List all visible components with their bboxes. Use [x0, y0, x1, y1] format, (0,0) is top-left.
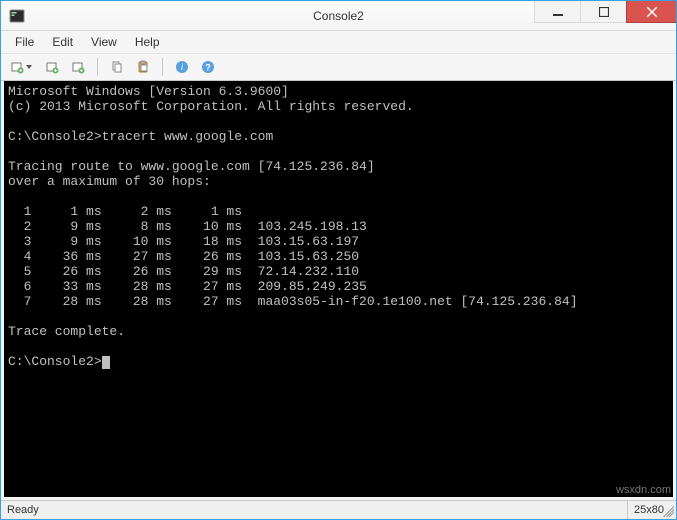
toolbar: i ? [1, 53, 676, 81]
menu-edit[interactable]: Edit [44, 33, 81, 51]
svg-text:?: ? [205, 63, 211, 73]
settings-tab-button[interactable] [67, 56, 89, 78]
menu-view[interactable]: View [83, 33, 125, 51]
help-button[interactable]: ? [197, 56, 219, 78]
menu-bar: File Edit View Help [1, 31, 676, 53]
status-bar: Ready 25x80 [1, 500, 676, 519]
title-bar: Console2 [1, 1, 676, 31]
menu-help[interactable]: Help [127, 33, 168, 51]
paste-button[interactable] [132, 56, 154, 78]
info-button[interactable]: i [171, 56, 193, 78]
chevron-down-icon [26, 65, 32, 69]
toolbar-separator [97, 58, 98, 76]
console-output[interactable]: Microsoft Windows [Version 6.3.9600] (c)… [4, 81, 673, 497]
status-text: Ready [7, 504, 39, 516]
toolbar-separator [162, 58, 163, 76]
text-cursor [102, 356, 110, 369]
maximize-button[interactable] [580, 1, 626, 23]
copy-button[interactable] [106, 56, 128, 78]
resize-grip[interactable] [660, 503, 674, 517]
open-console-button[interactable] [41, 56, 63, 78]
menu-file[interactable]: File [7, 33, 42, 51]
new-tab-button[interactable] [7, 56, 37, 78]
app-icon [9, 8, 25, 24]
close-button[interactable] [626, 1, 676, 23]
minimize-button[interactable] [534, 1, 580, 23]
